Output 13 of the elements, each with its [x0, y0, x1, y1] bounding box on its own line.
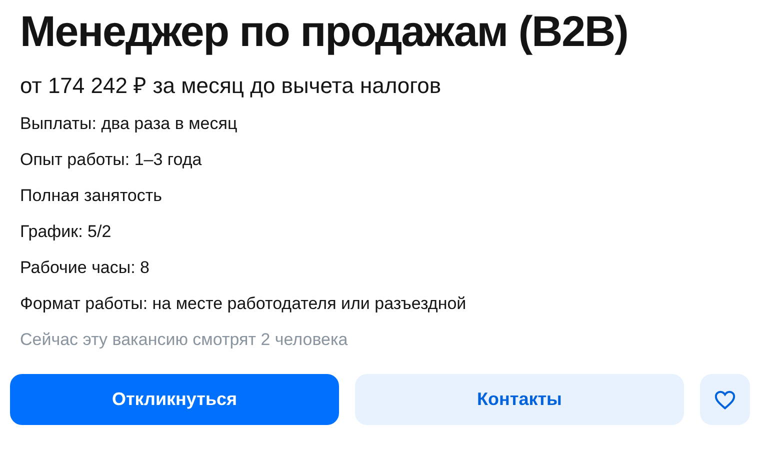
vacancy-detail: График: 5/2 [20, 221, 112, 243]
vacancy-detail: Формат работы: на месте работодателя или разъездной [20, 293, 468, 315]
vacancy-detail: Выплаты: два раза в месяц [20, 113, 238, 135]
favorite-button[interactable] [700, 374, 750, 425]
heart-icon [714, 390, 736, 410]
respond-button[interactable]: Откликнуться [10, 374, 339, 425]
vacancy-detail: Полная занятость [20, 185, 164, 207]
viewers-note: Сейчас эту вакансию смотрят 2 человека [20, 329, 349, 351]
vacancy-detail: Опыт работы: 1–3 года [20, 149, 203, 171]
contacts-button[interactable]: Контакты [355, 374, 684, 425]
vacancy-title: Менеджер по продажам (B2B) [20, 7, 629, 58]
salary: от 174 242 ₽ за месяц до вычета налогов [20, 72, 442, 100]
vacancy-detail: Рабочие часы: 8 [20, 257, 151, 279]
